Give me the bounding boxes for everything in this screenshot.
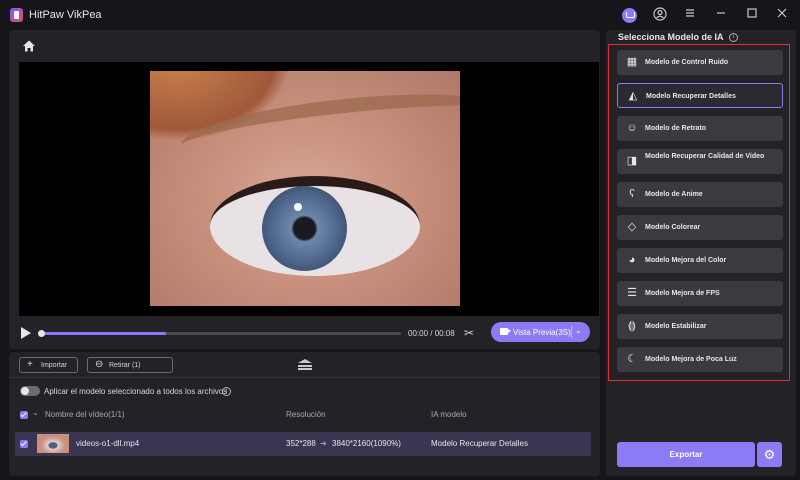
account-icon[interactable]: [652, 7, 668, 23]
scissors-icon[interactable]: ✂: [464, 326, 474, 340]
row-checkbox[interactable]: [20, 440, 28, 448]
model-fps[interactable]: ☰ Modelo Mejora de FPS: [617, 281, 783, 306]
import-label: Importar: [41, 362, 68, 369]
bear-icon: ʕ: [629, 188, 635, 200]
preview-button[interactable]: Vista Previa(3S) ⌄: [491, 322, 590, 342]
model-video-quality[interactable]: ◨ Modelo Recuperar Calidad de Video: [617, 149, 783, 174]
select-all-checkbox[interactable]: [20, 411, 28, 419]
menu-icon[interactable]: [682, 7, 698, 23]
panel-title: Selecciona Modelo de IA: [618, 32, 724, 42]
row-res-to: 3840*2160(1090%): [332, 439, 401, 448]
time-readout: 00:00 / 00:08: [408, 329, 455, 338]
video-thumbnail: [37, 434, 69, 453]
model-color-enhance[interactable]: ◕ Modelo Mejora del Color: [617, 248, 783, 273]
timeline-slider[interactable]: [38, 330, 401, 337]
app-title: HitPaw VikPea: [29, 9, 102, 21]
chevron-down-icon[interactable]: ⌄: [32, 408, 39, 417]
model-label: Modelo Colorear: [645, 224, 701, 231]
model-label: Modelo Mejora de Poca Luz: [645, 356, 737, 363]
export-button[interactable]: Exportar: [617, 442, 755, 467]
play-button[interactable]: [21, 327, 31, 339]
preview-divider: [571, 326, 572, 338]
model-label: Modelo de Control Ruido: [645, 59, 729, 66]
divider: [9, 377, 600, 378]
model-anime[interactable]: ʕ Modelo de Anime: [617, 182, 783, 207]
split-frame-icon: ◨: [626, 155, 638, 167]
model-noise-control[interactable]: ▦ Modelo de Control Ruido: [617, 50, 783, 75]
timeline-handle[interactable]: [38, 330, 45, 337]
noise-icon: ▦: [626, 56, 638, 68]
apply-all-label: Aplicar el modelo seleccionado a todos l…: [44, 387, 228, 396]
frames-icon: ☰: [627, 287, 637, 299]
chevron-down-icon[interactable]: ⌄: [575, 326, 582, 335]
header-model: IA modelo: [431, 410, 467, 419]
home-icon[interactable]: [22, 39, 36, 53]
model-recover-details[interactable]: ◭ Modelo Recuperar Detalles: [617, 83, 783, 108]
info-icon[interactable]: i: [222, 387, 231, 396]
collapse-panel-icon[interactable]: [298, 359, 312, 370]
title-bar: HitPaw VikPea: [0, 0, 800, 30]
remove-button[interactable]: ⊖ Retirar (1): [87, 357, 173, 373]
model-label: Modelo de Retrato: [645, 125, 707, 132]
gear-icon[interactable]: ⚙: [757, 442, 782, 467]
face-icon: ☺: [626, 122, 638, 134]
row-model: Modelo Recuperar Detalles: [431, 439, 528, 448]
palette-icon: ◕: [628, 254, 636, 266]
model-label: Modelo Mejora de FPS: [645, 290, 720, 297]
import-button[interactable]: + Importar: [19, 357, 78, 373]
eraser-brush-icon: ◇: [627, 221, 637, 233]
model-colorize[interactable]: ◇ Modelo Colorear: [617, 215, 783, 240]
model-label: Modelo Recuperar Calidad de Video: [645, 153, 765, 160]
app-logo-icon: [10, 8, 23, 22]
model-label: Modelo Recuperar Detalles: [646, 93, 736, 100]
row-res-from: 352*288: [286, 439, 316, 448]
video-camera-icon: [500, 328, 511, 335]
header-name[interactable]: Nombre del vídeo(1/1): [45, 410, 125, 419]
arrow-right-icon: ➜: [320, 439, 327, 448]
header-resolution: Resolución: [286, 410, 326, 419]
model-label: Modelo Estabilizar: [645, 323, 707, 330]
apply-all-toggle[interactable]: [20, 386, 40, 396]
model-stabilize[interactable]: ⟬⟭ Modelo Estabilizar: [617, 314, 783, 339]
timeline-progress: [40, 332, 167, 335]
cart-icon[interactable]: [622, 8, 637, 23]
close-icon[interactable]: [774, 7, 790, 23]
minus-circle-icon: ⊖: [95, 359, 104, 370]
model-low-light[interactable]: ☾ Modelo Mejora de Poca Luz: [617, 347, 783, 372]
maximize-icon[interactable]: [744, 7, 760, 23]
model-label: Modelo Mejora del Color: [645, 257, 727, 264]
remove-label: Retirar (1): [109, 362, 141, 369]
stabilize-icon: ⟬⟭: [627, 320, 637, 332]
landscape-sparkle-icon: ◭: [628, 90, 638, 102]
moon-icon: ☾: [627, 353, 637, 365]
info-icon[interactable]: i: [729, 33, 738, 42]
minimize-icon[interactable]: [713, 7, 729, 23]
plus-icon: +: [27, 359, 33, 370]
video-frame-image: [150, 71, 460, 306]
preview-label: Vista Previa(3S): [513, 328, 571, 337]
model-portrait[interactable]: ☺ Modelo de Retrato: [617, 116, 783, 141]
model-label: Modelo de Anime: [645, 191, 703, 198]
row-filename: videos-o1-dll.mp4: [76, 439, 140, 448]
